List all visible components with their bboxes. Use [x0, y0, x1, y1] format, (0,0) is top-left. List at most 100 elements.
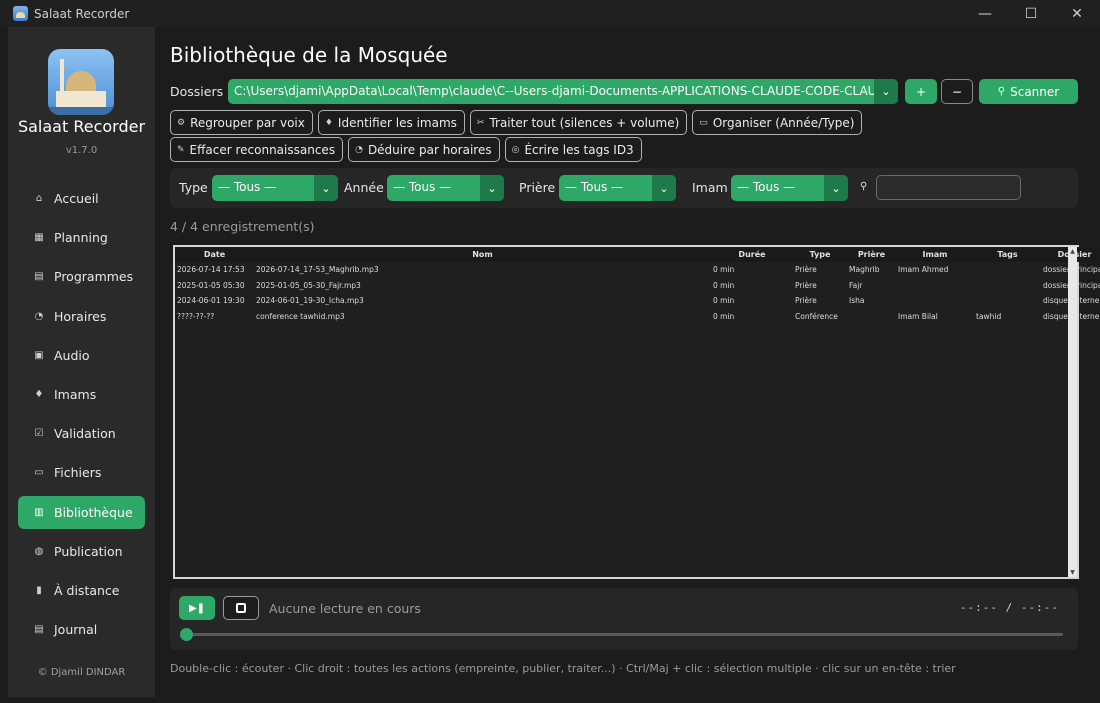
- maximize-button[interactable]: ☐: [1008, 0, 1054, 27]
- sidebar-item-planning[interactable]: ▦ Planning: [18, 221, 145, 254]
- imam-filter-select[interactable]: — Tous — ⌄: [731, 175, 848, 201]
- table-cell: [974, 293, 1041, 309]
- action-button-label: Identifier les imams: [337, 115, 457, 130]
- column-header-imam[interactable]: Imam: [896, 247, 974, 262]
- sidebar-item-horaires[interactable]: ◔ Horaires: [18, 300, 145, 333]
- sidebar: Salaat Recorder v1.7.0 ⌂ Accueil ▦ Planning…: [8, 27, 155, 697]
- remote-icon: ▮: [36, 584, 42, 596]
- sidebar-item-label: Horaires: [54, 308, 107, 324]
- chevron-down-icon: ⌄: [480, 175, 504, 201]
- identifier-les-imams-button[interactable]: ♦ Identifier les imams: [317, 110, 465, 135]
- vertical-scrollbar[interactable]: ▲ ▼: [1068, 247, 1077, 577]
- column-header-dur-e[interactable]: Durée: [711, 247, 793, 262]
- sidebar-item-accueil[interactable]: ⌂ Accueil: [18, 182, 145, 215]
- sidebar-item-journal[interactable]: ▤ Journal: [18, 613, 145, 646]
- d-duire-par-horaires-button[interactable]: ◔ Déduire par horaires: [348, 137, 500, 162]
- prayer-filter-value: — Tous —: [565, 180, 624, 194]
- table-row[interactable]: 2025-01-05 05:30 2025-01-05_05-30_Fajr.mp…: [175, 278, 1100, 294]
- chevron-down-icon: ⌄: [652, 175, 676, 201]
- microphone-icon: ♦: [324, 117, 333, 128]
- prayer-filter-label: Prière :: [519, 180, 564, 195]
- table-row[interactable]: ????-??-?? conference tawhid.mp3 0 min Conf…: [175, 309, 1100, 325]
- action-button-label: Traiter tout (silences + volume): [489, 115, 680, 130]
- imam-filter-label: Imam :: [692, 180, 736, 195]
- sidebar-item-publication[interactable]: ◍ Publication: [18, 535, 145, 568]
- table-cell: Imam Bilal: [898, 312, 938, 322]
- column-header-nom[interactable]: Nom: [254, 247, 711, 262]
- actions-row-2: ✎ Effacer reconnaissances ◔ Déduire par hor…: [170, 137, 647, 162]
- table-cell: Conférence: [795, 312, 838, 322]
- table-cell: tawhid: [976, 312, 1002, 322]
- sidebar-item-imams[interactable]: ♦ Imams: [18, 378, 145, 411]
- window-title: Salaat Recorder: [34, 6, 130, 21]
- main-content: Bibliothèque de la Mosquée Dossiers : C:…: [155, 27, 1100, 697]
- table-cell: 2025-01-05_05-30_Fajr.mp3: [256, 280, 361, 290]
- year-filter-value: — Tous —: [393, 180, 452, 194]
- sidebar-item-label: Programmes: [54, 269, 134, 285]
- page-title: Bibliothèque de la Mosquée: [170, 43, 448, 67]
- table-cell: ????-??-??: [177, 312, 215, 322]
- sidebar-item-validation[interactable]: ☑ Validation: [18, 417, 145, 450]
- close-button[interactable]: ✕: [1054, 0, 1100, 27]
- chevron-down-icon[interactable]: ⌄: [874, 79, 898, 104]
- app-name: Salaat Recorder: [17, 117, 146, 136]
- search-input[interactable]: [876, 175, 1021, 200]
- year-filter-select[interactable]: — Tous — ⌄: [387, 175, 504, 201]
- action-button-label: Regrouper par voix: [190, 115, 305, 130]
- calendar-icon: ▦: [34, 232, 44, 244]
- column-header-date[interactable]: Date: [175, 247, 254, 262]
- type-filter-value: — Tous —: [218, 180, 277, 194]
- regrouper-par-voix-button[interactable]: ⚙ Regrouper par voix: [170, 110, 313, 135]
- sidebar-item-label: Audio: [54, 347, 90, 363]
- play-pause-button[interactable]: ▶❚: [179, 596, 215, 620]
- sidebar-item-label: Publication: [54, 543, 123, 559]
- globe-icon: ◍: [34, 545, 44, 557]
- organiser-ann-e-type-button[interactable]: ▭ Organiser (Année/Type): [692, 110, 863, 135]
- column-header-pri-re[interactable]: Prière: [847, 247, 896, 262]
- column-header-type[interactable]: Type: [793, 247, 847, 262]
- microphone-icon: ♦: [34, 388, 44, 400]
- search-icon: ⚲: [860, 181, 868, 192]
- sidebar-item-fichiers[interactable]: ▭ Fichiers: [18, 456, 145, 489]
- stop-icon: [236, 603, 246, 613]
- seek-track[interactable]: [187, 633, 1063, 636]
- sidebar-item--distance[interactable]: ▮ À distance: [18, 574, 145, 607]
- table-cell: 2024-06-01 19:30: [177, 296, 245, 306]
- table-cell: Prière: [795, 265, 817, 275]
- group-icon: ⚙: [177, 117, 186, 128]
- app-icon: [13, 6, 28, 21]
- table-cell: 2025-01-05 05:30: [177, 280, 245, 290]
- player-time: --:-- / --:--: [959, 601, 1059, 614]
- remove-folder-button[interactable]: −: [941, 79, 973, 104]
- prayer-filter-select[interactable]: — Tous — ⌄: [559, 175, 676, 201]
- app-logo: [48, 49, 114, 115]
- eraser-icon: ✎: [177, 144, 185, 155]
- tools-icon: ✂: [476, 117, 485, 128]
- sidebar-item-audio[interactable]: ▣ Audio: [18, 339, 145, 372]
- effacer-reconnaissances-button[interactable]: ✎ Effacer reconnaissances: [170, 137, 344, 162]
- stop-button[interactable]: [223, 596, 259, 620]
- crire-les-tags-id3-button[interactable]: ◎ Écrire les tags ID3: [504, 137, 642, 162]
- type-filter-select[interactable]: — Tous — ⌄: [212, 175, 338, 201]
- filter-bar: Type : — Tous — ⌄ Année : — Tous — ⌄ Pri…: [170, 168, 1078, 208]
- seek-handle[interactable]: [180, 628, 193, 641]
- scan-button[interactable]: ⚲ Scanner: [979, 79, 1078, 104]
- table-cell: 0 min: [713, 280, 735, 290]
- table-row[interactable]: 2026-07-14 17:53 2026-07-14_17-53_Maghrib…: [175, 262, 1100, 278]
- add-folder-button[interactable]: +: [905, 79, 937, 104]
- folder-select[interactable]: C:\Users\djami\AppData\Local\Temp\claude…: [228, 79, 898, 104]
- traiter-tout-silences-volume-button[interactable]: ✂ Traiter tout (silences + volume): [469, 110, 688, 135]
- minimize-button[interactable]: —: [962, 0, 1008, 27]
- clock-icon: ◔: [355, 144, 363, 155]
- scroll-up-icon[interactable]: ▲: [1068, 247, 1077, 256]
- table-cell: [896, 278, 974, 294]
- table-row[interactable]: 2024-06-01 19:30 2024-06-01_19-30_Icha.mp…: [175, 293, 1100, 309]
- sidebar-item-programmes[interactable]: ▤ Programmes: [18, 260, 145, 293]
- sidebar-item-biblioth-que[interactable]: ▥ Bibliothèque: [18, 495, 145, 529]
- player-status: Aucune lecture en cours: [269, 601, 421, 616]
- scroll-down-icon[interactable]: ▼: [1068, 568, 1077, 577]
- table-header-row: DateNomDuréeTypePrièreImamTagsDossier: [175, 247, 1100, 262]
- column-header-tags[interactable]: Tags: [974, 247, 1041, 262]
- action-button-label: Effacer reconnaissances: [189, 142, 336, 157]
- table-cell: 2026-07-14_17-53_Maghrib.mp3: [256, 265, 379, 275]
